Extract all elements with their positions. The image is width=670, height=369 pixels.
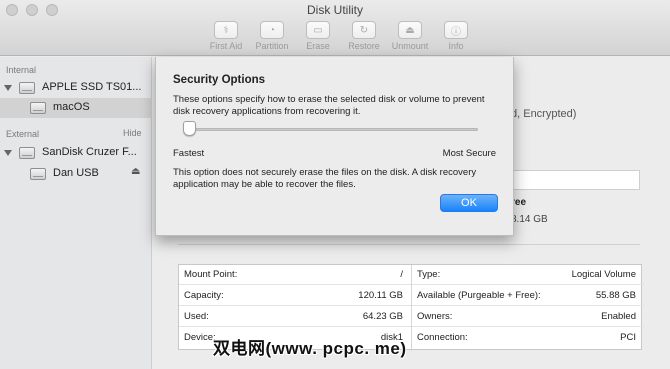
title-bar: Disk Utility ⚕ First Aid ◔ Partition ▭ E…: [0, 0, 670, 56]
volume-icon: [30, 102, 46, 114]
erase-button[interactable]: ▭ Erase: [295, 21, 341, 51]
restore-button[interactable]: ↻ Restore: [341, 21, 387, 51]
sheet-description: These options specify how to erase the s…: [173, 94, 485, 117]
unmount-label: Unmount: [391, 41, 429, 51]
info-value: 64.23 GB: [362, 311, 403, 322]
sidebar-item-dan-usb[interactable]: Dan USB ⏏: [0, 164, 152, 184]
disclosure-triangle-icon[interactable]: [4, 85, 12, 91]
info-value: Logical Volume: [571, 269, 636, 280]
eraser-icon: ▭: [313, 24, 323, 36]
info-key: Capacity:: [184, 290, 224, 301]
sheet-note: This option does not securely erase the …: [173, 167, 477, 190]
partition-label: Partition: [255, 41, 289, 51]
watermark: 双电网(www. pcpc. me): [213, 339, 407, 358]
volume-description: d, Encrypted): [511, 108, 577, 120]
sidebar-item-apple-ssd[interactable]: APPLE SSD TS01...: [0, 78, 152, 98]
sidebar-item-label: Dan USB: [53, 167, 99, 179]
info-key: Connection:: [417, 332, 468, 343]
partition-button[interactable]: ◔ Partition: [249, 21, 295, 51]
eject-icon[interactable]: ⏏: [131, 166, 140, 177]
table-row: Used: 64.23 GB: [179, 307, 411, 327]
disclosure-triangle-icon[interactable]: [4, 150, 12, 156]
info-label: Info: [448, 41, 464, 51]
slider-min-label: Fastest: [173, 148, 205, 159]
info-key: Device:: [184, 332, 216, 343]
info-key: Type:: [417, 269, 441, 280]
erase-label: Erase: [306, 41, 330, 51]
info-value: PCI: [620, 332, 636, 343]
eject-icon: ⏏: [405, 24, 415, 36]
sidebar-item-label: macOS: [53, 101, 90, 113]
info-value: 120.11 GB: [358, 290, 403, 301]
free-value: 8.14 GB: [511, 214, 548, 225]
slider-max-label: Most Secure: [442, 148, 496, 159]
table-row: Type: Logical Volume: [412, 265, 644, 285]
external-disk-icon: [19, 147, 35, 159]
volume-icon: [30, 168, 46, 180]
unmount-button[interactable]: ⏏ Unmount: [387, 21, 433, 51]
first-aid-label: First Aid: [209, 41, 243, 51]
hide-button[interactable]: Hide: [123, 128, 142, 138]
restore-icon: ↻: [359, 24, 369, 36]
internal-header: Internal: [6, 65, 37, 75]
info-key: Used:: [184, 311, 209, 322]
table-row: Connection: PCI: [412, 328, 644, 348]
table-row: Owners: Enabled: [412, 307, 644, 327]
info-value: 55.88 GB: [595, 290, 636, 301]
divider: [178, 244, 640, 245]
window-title: Disk Utility: [307, 3, 363, 17]
info-button[interactable]: ⓘ Info: [433, 21, 479, 51]
info-key: Owners:: [417, 311, 453, 322]
sidebar-item-macos[interactable]: macOS: [0, 98, 152, 118]
sidebar-item-label: APPLE SSD TS01...: [42, 81, 142, 93]
sidebar-item-label: SanDisk Cruzer F...: [42, 146, 137, 158]
info-value: /: [400, 269, 403, 280]
restore-label: Restore: [348, 41, 380, 51]
ok-button[interactable]: OK: [440, 194, 498, 212]
usage-bar: [510, 170, 640, 190]
info-key: Available (Purgeable + Free):: [417, 290, 541, 301]
first-aid-button[interactable]: ⚕ First Aid: [203, 21, 249, 51]
internal-disk-icon: [19, 82, 35, 94]
sheet-title: Security Options: [173, 74, 266, 86]
pie-chart-icon: ◔: [268, 24, 276, 36]
info-value: Enabled: [601, 311, 636, 322]
external-header: External: [6, 129, 40, 139]
security-slider[interactable]: [183, 128, 478, 131]
info-column-right: Type: Logical Volume Available (Purgeabl…: [411, 265, 644, 351]
security-options-sheet: Security Options These options specify h…: [155, 57, 514, 236]
stethoscope-icon: ⚕: [223, 24, 229, 36]
slider-knob[interactable]: [183, 121, 196, 136]
info-icon: ⓘ: [451, 26, 461, 38]
table-row: Capacity: 120.11 GB: [179, 286, 411, 306]
table-row: Mount Point: /: [179, 265, 411, 285]
sidebar-item-sandisk[interactable]: SanDisk Cruzer F...: [0, 143, 152, 163]
sidebar: Internal APPLE SSD TS01... macOS Externa…: [0, 57, 152, 369]
toolbar: ⚕ First Aid ◔ Partition ▭ Erase ↻ Restor…: [203, 21, 479, 51]
info-key: Mount Point:: [184, 269, 238, 280]
table-row: Available (Purgeable + Free): 55.88 GB: [412, 286, 644, 306]
